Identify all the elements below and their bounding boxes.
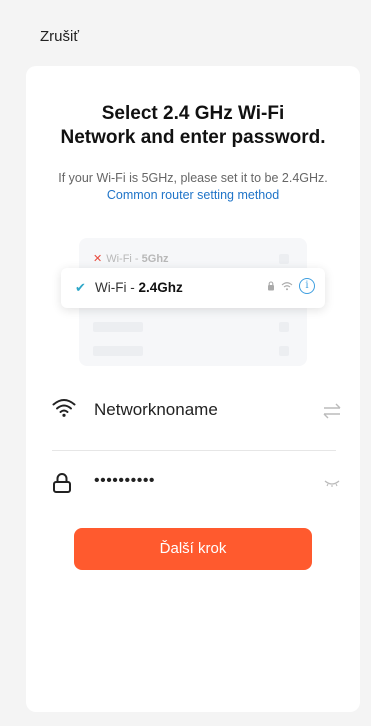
placeholder-bar [93, 322, 143, 332]
title-line-2: Network and enter password. [60, 127, 326, 148]
check-icon: ✔ [75, 280, 86, 295]
placeholder-icon [279, 254, 289, 264]
placeholder-bar [93, 346, 143, 356]
wifi-name-value: Networknoname [94, 400, 218, 419]
title-line-1: Select 2.4 GHz Wi-Fi [101, 103, 285, 124]
password-field[interactable]: •••••••••• [52, 466, 342, 506]
placeholder-icon [279, 346, 289, 356]
lock-icon [53, 473, 71, 493]
instruction-body: If your Wi-Fi is 5GHz, please set it to … [58, 171, 328, 185]
wifi-24g-label: Wi-Fi - 2.4Ghz [95, 280, 183, 295]
wifi-small-icon [281, 282, 293, 291]
eye-closed-icon[interactable] [324, 478, 340, 488]
wifi-icon [52, 399, 76, 417]
page-title: Select 2.4 GHz Wi-Fi Network and enter p… [26, 102, 360, 150]
x-icon: ✕ [93, 253, 103, 265]
top-bar: Zrušiť [0, 0, 371, 64]
wifi-24g-prefix: Wi-Fi - [95, 280, 139, 295]
switch-network-icon[interactable] [322, 402, 342, 420]
main-card: Select 2.4 GHz Wi-Fi Network and enter p… [26, 66, 360, 712]
field-divider [52, 450, 336, 451]
wifi-24g-band: 2.4Ghz [138, 280, 183, 295]
wifi-name-field[interactable]: Networknoname [52, 392, 342, 432]
info-icon: i [299, 278, 315, 294]
wifi-24g-row: ✔ Wi-Fi - 2.4Ghz i [61, 268, 325, 308]
wifi-5g-prefix: Wi-Fi - [106, 253, 142, 265]
wifi-5g-band: 5Ghz [141, 253, 169, 265]
wifi-row-icons: i [267, 278, 315, 294]
wifi-5g-row: ✕ Wi-Fi - 5Ghz [93, 252, 169, 265]
instruction-text: If your Wi-Fi is 5GHz, please set it to … [44, 170, 342, 204]
password-value: •••••••••• [94, 472, 156, 489]
cancel-button[interactable]: Zrušiť [40, 28, 79, 45]
router-settings-link[interactable]: Common router setting method [107, 188, 279, 202]
lock-small-icon [268, 281, 274, 291]
placeholder-icon [279, 322, 289, 332]
next-step-button[interactable]: Ďalší krok [74, 528, 312, 570]
